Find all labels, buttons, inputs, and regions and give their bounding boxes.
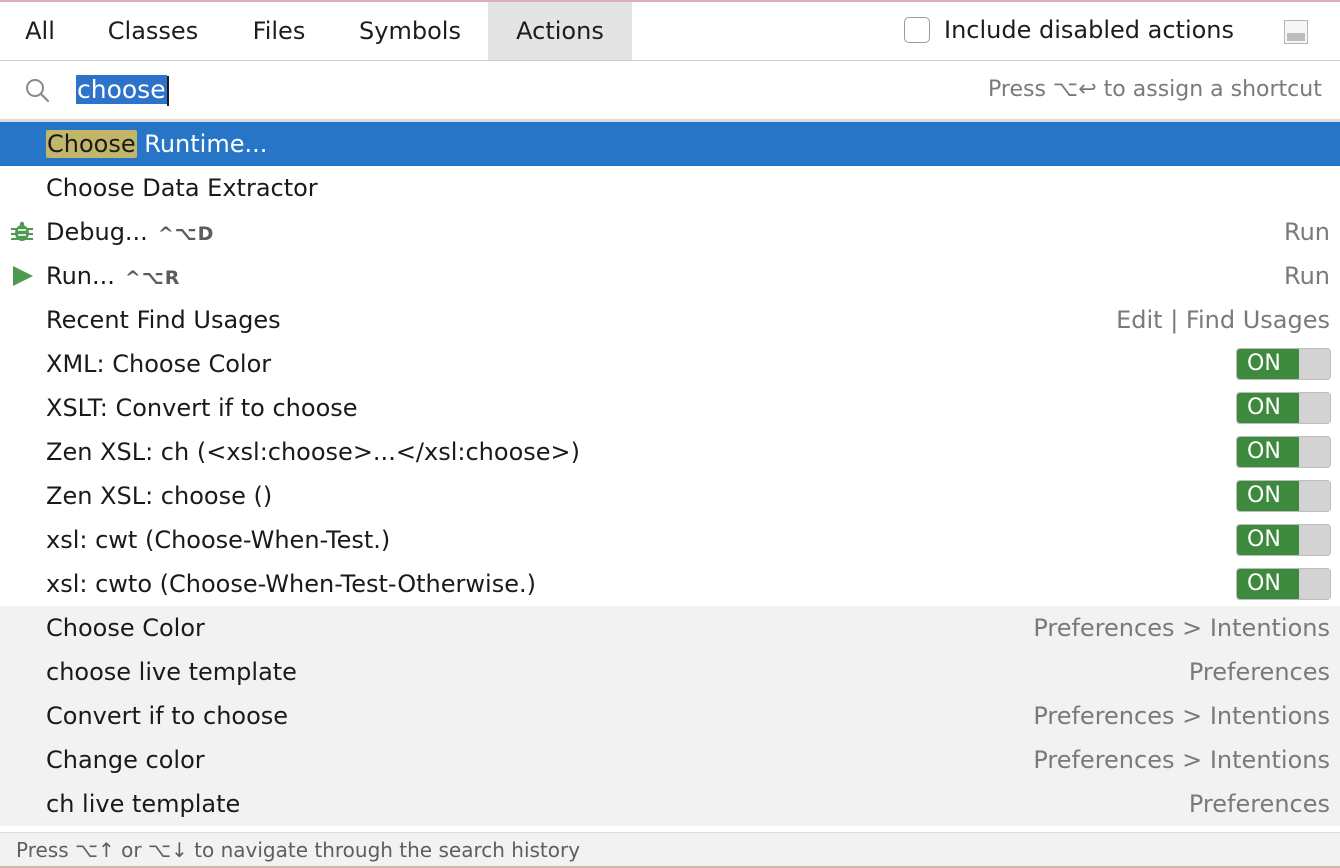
- result-label: Change color: [46, 746, 205, 774]
- result-change-color[interactable]: Change color Preferences > Intentions: [0, 738, 1340, 782]
- toggle-on-label: ON: [1237, 481, 1299, 511]
- result-choose-live-template[interactable]: choose live template Preferences: [0, 650, 1340, 694]
- result-ch-live-template[interactable]: ch live template Preferences: [0, 782, 1340, 826]
- footer-hint: Press ⌥↑ or ⌥↓ to navigate through the s…: [16, 838, 581, 862]
- result-xslt-convert-if[interactable]: XSLT: Convert if to choose ON: [0, 386, 1340, 430]
- result-group: Preferences: [1188, 790, 1330, 818]
- result-group: Run: [1283, 262, 1330, 290]
- include-disabled-checkbox[interactable]: [904, 17, 930, 43]
- shortcut-hint: Press ⌥↩ to assign a shortcut: [988, 77, 1322, 102]
- search-input[interactable]: choose: [76, 73, 169, 107]
- search-everywhere-tabs: All Classes Files Symbols Actions Includ…: [0, 2, 1340, 60]
- search-input-text[interactable]: choose: [76, 75, 167, 104]
- option-toggle[interactable]: ON: [1236, 568, 1331, 600]
- option-toggle[interactable]: ON: [1236, 436, 1331, 468]
- option-toggle[interactable]: ON: [1236, 348, 1331, 380]
- toggle-on-label: ON: [1237, 525, 1299, 555]
- result-group: Edit | Find Usages: [1116, 306, 1330, 334]
- result-run[interactable]: Run... ^⌥R Run: [0, 254, 1340, 298]
- result-convert-if-to-choose[interactable]: Convert if to choose Preferences > Inten…: [0, 694, 1340, 738]
- tab-files[interactable]: Files: [226, 2, 332, 60]
- result-debug[interactable]: Debug... ^⌥D Run: [0, 210, 1340, 254]
- result-label: Recent Find Usages: [46, 306, 281, 334]
- result-group: Preferences > Intentions: [1033, 614, 1330, 642]
- shortcut-run: ^⌥R: [124, 267, 181, 289]
- result-group: Run: [1283, 218, 1330, 246]
- result-xsl-cwto[interactable]: xsl: cwto (Choose-When-Test-Otherwise.) …: [0, 562, 1340, 606]
- result-xsl-cwt[interactable]: xsl: cwt (Choose-When-Test.) ON: [0, 518, 1340, 562]
- open-in-window-icon[interactable]: [1284, 20, 1308, 44]
- result-label: Zen XSL: choose (): [46, 482, 273, 510]
- result-group: Preferences > Intentions: [1033, 702, 1330, 730]
- run-play-icon: [13, 266, 33, 286]
- result-label: Choose Color: [46, 614, 205, 642]
- tab-classes[interactable]: Classes: [80, 2, 226, 60]
- toggle-on-label: ON: [1237, 393, 1299, 423]
- result-label: Convert if to choose: [46, 702, 289, 730]
- result-xml-choose-color[interactable]: XML: Choose Color ON: [0, 342, 1340, 386]
- result-label: XML: Choose Color: [46, 350, 272, 378]
- result-label: Zen XSL: ch (<xsl:choose>...</xsl:choose…: [46, 438, 580, 466]
- result-group: Preferences: [1188, 658, 1330, 686]
- tab-all[interactable]: All: [0, 2, 80, 60]
- include-disabled-actions[interactable]: Include disabled actions: [904, 14, 1234, 46]
- text-caret: [166, 76, 169, 106]
- results-list: Choose Runtime... Choose Data Extractor …: [0, 122, 1340, 832]
- result-group: Preferences > Intentions: [1033, 746, 1330, 774]
- match-highlight: Choose: [46, 130, 137, 158]
- result-label: Run... ^⌥R: [46, 262, 181, 290]
- result-zen-xsl-choose[interactable]: Zen XSL: choose () ON: [0, 474, 1340, 518]
- result-label: Choose Runtime...: [46, 130, 268, 158]
- result-label: Choose Data Extractor: [46, 174, 318, 202]
- search-bar: choose Press ⌥↩ to assign a shortcut: [0, 61, 1340, 119]
- result-zen-xsl-ch[interactable]: Zen XSL: ch (<xsl:choose>...</xsl:choose…: [0, 430, 1340, 474]
- toggle-on-label: ON: [1237, 349, 1299, 379]
- result-label: choose live template: [46, 658, 297, 686]
- result-label: xsl: cwto (Choose-When-Test-Otherwise.): [46, 570, 536, 598]
- shortcut-debug: ^⌥D: [157, 223, 215, 245]
- toggle-on-label: ON: [1237, 569, 1299, 599]
- result-recent-find-usages[interactable]: Recent Find Usages Edit | Find Usages: [0, 298, 1340, 342]
- footer-hint-bar: Press ⌥↑ or ⌥↓ to navigate through the s…: [0, 832, 1340, 866]
- result-choose-runtime[interactable]: Choose Runtime...: [0, 122, 1340, 166]
- result-label: Debug... ^⌥D: [46, 218, 215, 246]
- result-label: ch live template: [46, 790, 241, 818]
- tab-symbols[interactable]: Symbols: [332, 2, 488, 60]
- option-toggle[interactable]: ON: [1236, 392, 1331, 424]
- result-choose-data-extractor[interactable]: Choose Data Extractor: [0, 166, 1340, 210]
- option-toggle[interactable]: ON: [1236, 480, 1331, 512]
- search-icon: [26, 79, 50, 103]
- debug-bug-icon: [11, 221, 33, 241]
- toggle-on-label: ON: [1237, 437, 1299, 467]
- result-label: XSLT: Convert if to choose: [46, 394, 358, 422]
- tab-actions[interactable]: Actions: [488, 2, 632, 60]
- option-toggle[interactable]: ON: [1236, 524, 1331, 556]
- result-label: xsl: cwt (Choose-When-Test.): [46, 526, 391, 554]
- result-choose-color[interactable]: Choose Color Preferences > Intentions: [0, 606, 1340, 650]
- include-disabled-label: Include disabled actions: [944, 16, 1235, 44]
